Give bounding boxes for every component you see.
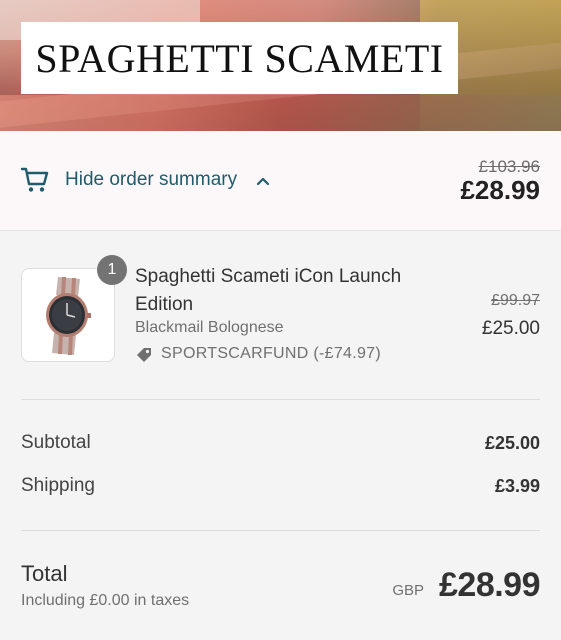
- product-thumbnail: [21, 268, 115, 362]
- divider: [21, 530, 540, 531]
- subtotal-value: £25.00: [484, 433, 540, 453]
- grand-total: £28.99: [439, 566, 541, 604]
- discount-code: SPORTSCARFUND (-£74.97): [161, 345, 381, 362]
- cart-icon: [20, 167, 49, 192]
- subtotal-label: Subtotal: [21, 432, 91, 453]
- order-summary-toggle[interactable]: Hide order summary £103.96 £28.99: [0, 131, 561, 231]
- divider: [21, 399, 540, 400]
- product-name: Spaghetti Scameti iCon Launch Edition: [135, 266, 402, 315]
- watch-image: [46, 277, 91, 355]
- summary-total: £28.99: [460, 175, 540, 205]
- currency-code: GBP: [392, 582, 424, 599]
- chevron-up-icon: [256, 177, 270, 186]
- shipping-value: £3.99: [494, 476, 540, 496]
- header-banner: SPAGHETTI SCAMETI: [0, 0, 561, 131]
- quantity-badge: 1: [97, 255, 127, 285]
- store-logo[interactable]: SPAGHETTI SCAMETI: [21, 22, 458, 94]
- tag-icon: [137, 348, 151, 362]
- product-variant: Blackmail Bolognese: [135, 319, 284, 336]
- product-original-price: £99.97: [491, 292, 540, 309]
- summary-original-total: £103.96: [478, 157, 540, 176]
- tax-note: Including £0.00 in taxes: [21, 592, 190, 609]
- hide-order-summary-label[interactable]: Hide order summary: [65, 169, 237, 191]
- product-price: £25.00: [481, 318, 540, 339]
- shipping-label: Shipping: [21, 475, 95, 496]
- total-label: Total: [21, 561, 68, 586]
